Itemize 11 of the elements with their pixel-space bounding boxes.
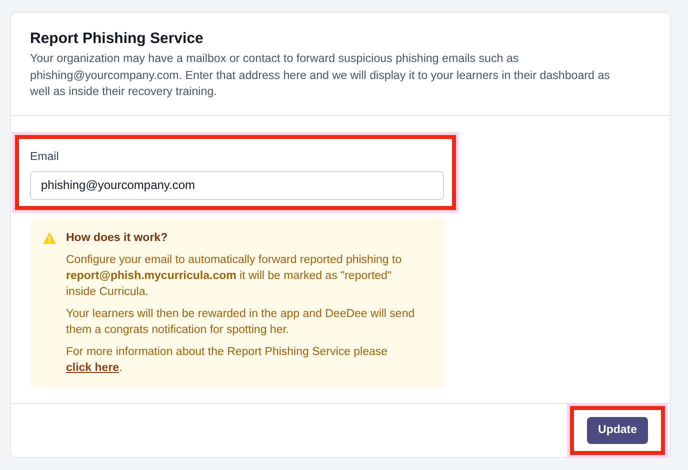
notice-paragraph: Your learners will then be rewarded in the app and DeeDee will send them a congrats notification for spotting her. [66,306,416,338]
notice-paragraph: Configure your email to automatically forward reported phishing to report@phish.mycurricula.com it will be marked as "reported" inside Curricula. [66,252,403,300]
email-label: Email [30,150,60,164]
card-title: Report Phishing Service [30,29,204,49]
notice-title: How does it work? [66,230,169,246]
warning-icon [43,232,56,244]
card-description: Your organization may have a mailbox or contact to forward suspicious phishing emails such as phishing@yourcompany.com. Enter that address here and we will display it to your learners in their dashboard as well as inside their recovery training. [30,51,611,100]
click-here-link[interactable]: click here [66,362,120,374]
notice-paragraph: For more information about the Report Phishing Service please click here. [66,344,389,376]
update-button[interactable]: Update [587,417,648,444]
email-field[interactable]: phishing@yourcompany.com [30,170,444,200]
